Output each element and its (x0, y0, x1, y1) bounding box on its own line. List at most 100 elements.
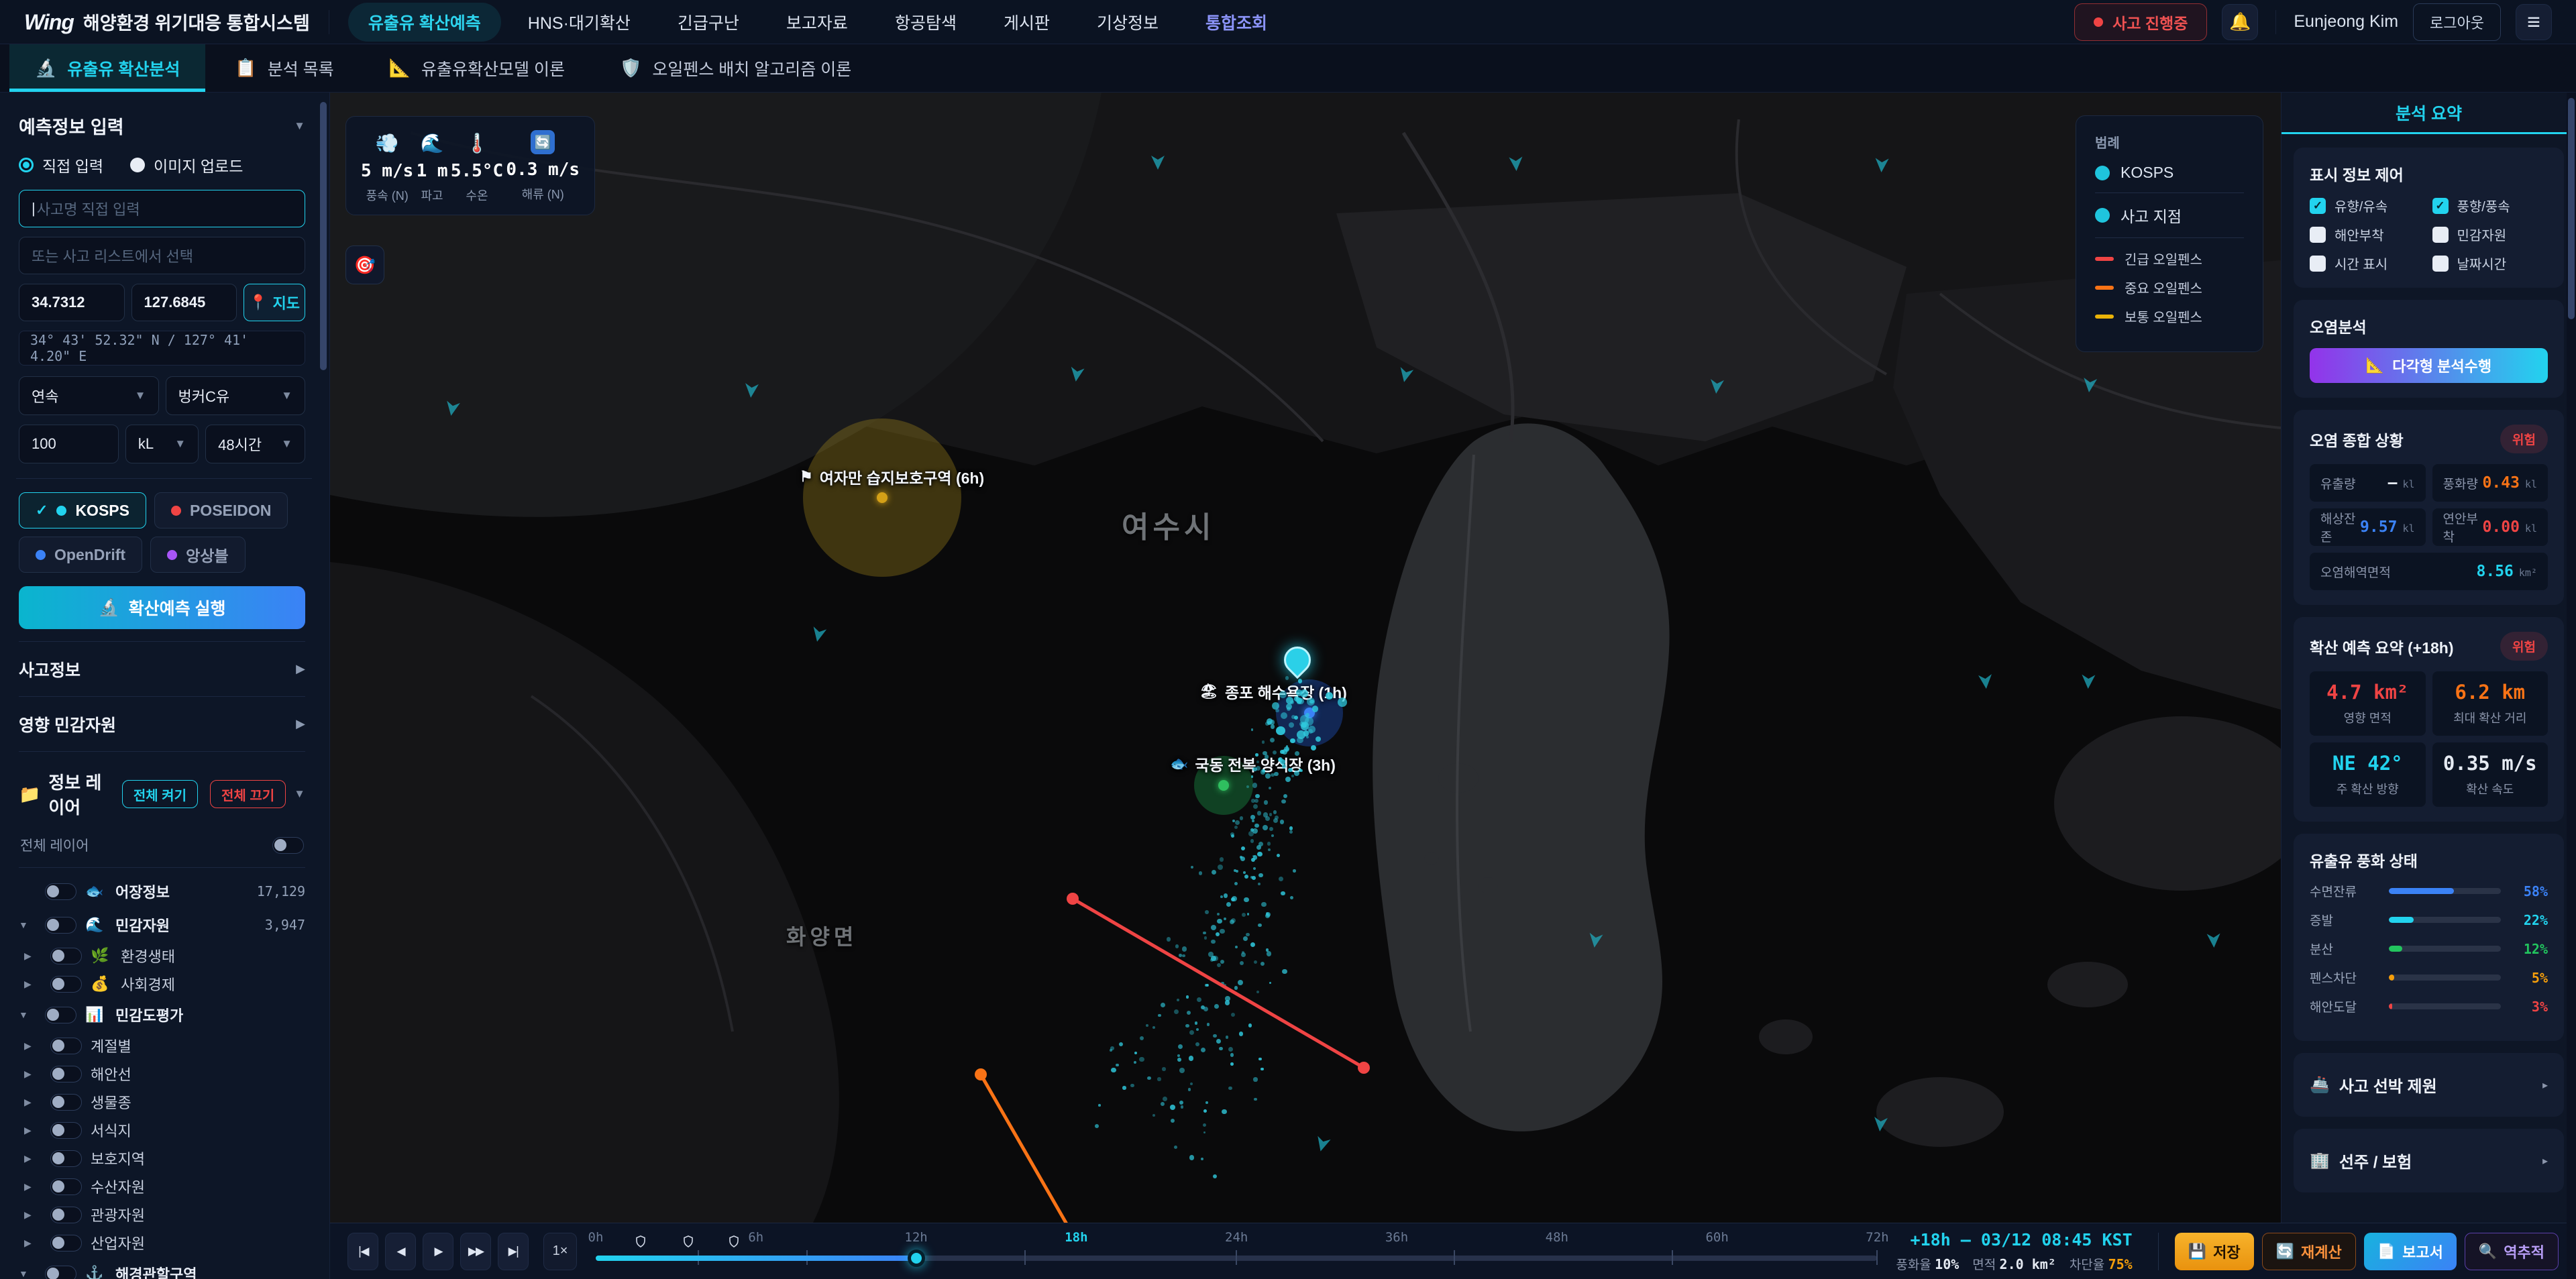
playback-speed-button[interactable]: 1× (543, 1233, 577, 1270)
nav-item-5[interactable]: 게시판 (983, 3, 1070, 42)
sidebar-section-1[interactable]: 영향 민감자원▶ (19, 697, 305, 752)
display-option-시간 표시[interactable]: 시간 표시 (2310, 254, 2426, 273)
timeline-stat-풍화율: 풍화율 10% (1896, 1255, 1959, 1273)
layer-toggle-어장정보[interactable] (45, 883, 76, 900)
pollution-status-title: 오염 종합 상황 (2310, 428, 2404, 451)
nav-item-0[interactable]: 유출유 확산예측 (348, 3, 501, 42)
layer-toggle-수산자원[interactable] (50, 1178, 82, 1195)
sidebar-scrollbar[interactable] (320, 93, 327, 1279)
owner-insurance-section[interactable]: 🏢선주 / 보험 ▸ (2294, 1129, 2564, 1192)
tab-3[interactable]: 🛡️오일펜스 배치 알고리즘 이론 (594, 44, 877, 92)
display-option-유향/유속[interactable]: ✓유향/유속 (2310, 196, 2426, 215)
layer-toggle-서식지[interactable] (50, 1122, 82, 1139)
layer-caret-icon[interactable]: ▶ (24, 1068, 42, 1080)
danger-badge: 위험 (2500, 632, 2548, 661)
display-option-민감자원[interactable]: 민감자원 (2432, 225, 2548, 244)
nav-item-7[interactable]: 통합조회 (1185, 3, 1287, 42)
page-scrollbar[interactable] (2567, 93, 2576, 1279)
layer-caret-icon[interactable]: ▶ (24, 1097, 42, 1108)
layers-all-off-button[interactable]: 전체 끄기 (210, 780, 286, 808)
oil-type-select[interactable]: 벙커C유▼ (166, 376, 306, 415)
layer-toggle-해안선[interactable] (50, 1066, 82, 1082)
timeline-handle[interactable] (908, 1249, 925, 1267)
layer-toggle-계절별[interactable] (50, 1038, 82, 1054)
layer-caret-icon[interactable]: ▶ (24, 1040, 42, 1052)
unit-select[interactable]: kL▼ (125, 425, 199, 463)
layer-toggle-산업자원[interactable] (50, 1235, 82, 1252)
action-button-보고서[interactable]: 📄보고서 (2364, 1233, 2457, 1270)
action-button-저장[interactable]: 💾저장 (2175, 1233, 2254, 1270)
layer-caret-icon[interactable]: ▶ (24, 1153, 42, 1164)
bar-track (2389, 888, 2501, 894)
nav-item-6[interactable]: 기상정보 (1077, 3, 1179, 42)
layer-caret-icon[interactable]: ▼ (19, 1268, 36, 1279)
legend-item-긴급 오일펜스: 긴급 오일펜스 (2095, 249, 2244, 268)
playback-button-1[interactable]: ◀ (385, 1233, 416, 1270)
tab-2[interactable]: 📐유출유확산모델 이론 (364, 44, 590, 92)
timeline-slider[interactable]: 0h6h12h18h24h36h48h60h72h (596, 1223, 1877, 1279)
tab-0[interactable]: 🔬유출유 확산분석 (9, 44, 205, 92)
chevron-down-icon[interactable]: ▼ (294, 119, 305, 133)
input-mode-radio-0[interactable]: 직접 입력 (19, 154, 103, 176)
duration-select[interactable]: 48시간▼ (205, 425, 305, 463)
spill-type-select[interactable]: 연속▼ (19, 376, 159, 415)
legend-line-swatch (2095, 315, 2114, 319)
playback-button-0[interactable]: |◀ (347, 1233, 378, 1270)
layer-caret-icon[interactable]: ▶ (24, 979, 42, 990)
playback-button-2[interactable]: ▶ (423, 1233, 453, 1270)
layer-caret-icon[interactable]: ▶ (24, 1237, 42, 1249)
display-option-해안부착[interactable]: 해안부착 (2310, 225, 2426, 244)
weather-label: 수온 (466, 186, 488, 204)
pick-on-map-button[interactable]: 📍 지도 (244, 284, 305, 321)
layer-toggle-생물종[interactable] (50, 1094, 82, 1111)
layer-caret-icon[interactable]: ▶ (24, 1209, 42, 1221)
model-chip-OpenDrift[interactable]: OpenDrift (19, 537, 142, 573)
layer-caret-icon[interactable]: ▼ (19, 920, 36, 930)
menu-button[interactable]: ≡ (2516, 4, 2552, 40)
layer-toggle-민감도평가[interactable] (45, 1007, 76, 1023)
chevron-down-icon[interactable]: ▼ (294, 787, 305, 801)
nav-item-2[interactable]: 긴급구난 (657, 3, 759, 42)
incident-name-input[interactable]: |사고명 직접 입력 (19, 190, 305, 227)
amount-input[interactable]: 100 (19, 425, 119, 463)
recenter-target-button[interactable]: 🎯 (345, 245, 384, 284)
model-chip-KOSPS[interactable]: ✓KOSPS (19, 492, 146, 529)
notifications-button[interactable]: 🔔 (2222, 4, 2258, 40)
sidebar-section-0[interactable]: 사고정보▶ (19, 642, 305, 697)
nav-item-4[interactable]: 항공탐색 (875, 3, 977, 42)
action-button-재계산[interactable]: 🔄재계산 (2262, 1233, 2356, 1270)
tab-1[interactable]: 📋분석 목록 (209, 44, 359, 92)
layer-toggle-보호지역[interactable] (50, 1150, 82, 1167)
layer-toggle-관광자원[interactable] (50, 1207, 82, 1223)
incident-list-select[interactable]: 또는 사고 리스트에서 선택 (19, 237, 305, 274)
input-mode-radio-1[interactable]: 이미지 업로드 (130, 154, 243, 176)
layer-caret-icon[interactable]: ▶ (24, 950, 42, 962)
layer-toggle-민감자원[interactable] (45, 917, 76, 934)
playback-button-3[interactable]: ▶▶ (460, 1233, 491, 1270)
polygon-analysis-button[interactable]: 📐 다각형 분석수행 (2310, 348, 2548, 383)
tab-label-2: 유출유확산모델 이론 (421, 56, 565, 80)
layer-toggle-환경생태[interactable] (50, 948, 82, 964)
latitude-input[interactable]: 34.7312 (19, 284, 125, 321)
layer-toggle-해경관할구역[interactable] (45, 1266, 76, 1279)
layers-all-on-button[interactable]: 전체 켜기 (122, 780, 198, 808)
layer-caret-icon[interactable]: ▼ (19, 1009, 36, 1020)
playback-button-4[interactable]: ▶| (498, 1233, 529, 1270)
display-option-날짜시간[interactable]: 날짜시간 (2432, 254, 2548, 273)
vessel-spec-section[interactable]: 🚢사고 선박 제원 ▸ (2294, 1053, 2564, 1117)
longitude-input[interactable]: 127.6845 (131, 284, 237, 321)
layer-caret-icon[interactable]: ▶ (24, 1125, 42, 1136)
weather-metric-2: 🌡️5.5°C수온 (451, 130, 503, 204)
run-prediction-button[interactable]: 🔬 확산예측 실행 (19, 586, 305, 629)
display-option-풍향/풍속[interactable]: ✓풍향/풍속 (2432, 196, 2548, 215)
model-chip-앙상블[interactable]: 앙상블 (150, 537, 245, 573)
action-button-역추적[interactable]: 🔍역추적 (2465, 1233, 2559, 1270)
map-canvas[interactable]: ⚑여자만 습지보호구역 (6h)🏖종포 해수욕장 (1h)🐟국동 전복 양식장 … (330, 93, 2281, 1279)
model-chip-POSEIDON[interactable]: POSEIDON (154, 492, 288, 529)
master-layer-toggle[interactable] (272, 837, 304, 854)
layer-toggle-사회경제[interactable] (50, 976, 82, 993)
nav-item-3[interactable]: 보고자료 (766, 3, 868, 42)
logout-button[interactable]: 로그아웃 (2413, 3, 2501, 41)
nav-item-1[interactable]: HNS·대기확산 (508, 3, 651, 42)
layer-caret-icon[interactable]: ▶ (24, 1181, 42, 1192)
